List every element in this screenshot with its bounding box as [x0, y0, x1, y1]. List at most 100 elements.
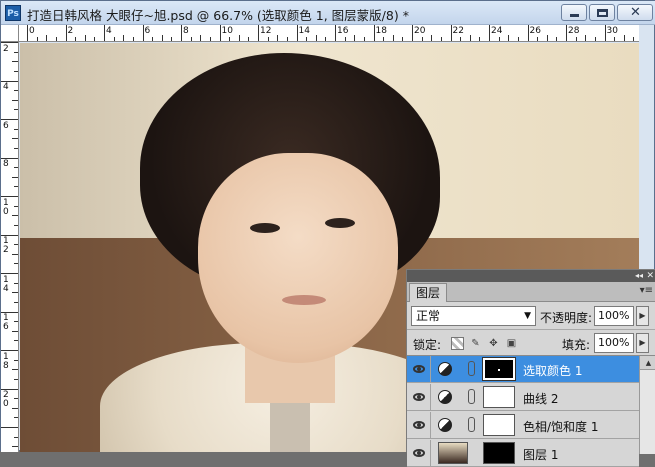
chain-link-icon[interactable]	[468, 361, 475, 376]
ruler-tick	[450, 25, 452, 41]
ruler-tick	[12, 330, 18, 332]
ruler-tick	[306, 37, 308, 41]
ruler-tick	[1, 350, 18, 351]
title-bar[interactable]: Ps 打造日韩风格 大眼仔~旭.psd @ 66.7% (选取颜色 1, 图层蒙…	[1, 1, 655, 25]
layer-row[interactable]: 图层 1	[407, 440, 639, 467]
ruler-tick	[440, 37, 442, 41]
photo-right-eye	[325, 218, 355, 228]
ruler-tick	[12, 176, 18, 178]
ruler-tick	[219, 25, 221, 41]
ruler-tick	[1, 119, 18, 120]
ruler-label: 6	[3, 120, 9, 131]
ruler-tick	[14, 398, 18, 400]
eye-icon	[413, 449, 425, 457]
photo-mouth	[282, 295, 326, 305]
layers-list: 选取颜色 1 曲线 2 色相/饱和度 1 图层 1 ▲	[407, 355, 655, 467]
ruler-tick	[14, 359, 18, 361]
ruler-tick	[12, 292, 18, 294]
dropdown-arrow-icon: ▼	[524, 311, 531, 321]
ruler-tick	[27, 25, 28, 41]
layers-scrollbar[interactable]: ▲	[639, 356, 655, 454]
collapse-icon[interactable]: ◂◂	[635, 270, 643, 282]
ruler-tick	[556, 37, 558, 41]
layer-thumbnail[interactable]	[438, 442, 468, 464]
adjustment-layer-icon	[438, 390, 452, 404]
minimize-button[interactable]	[561, 4, 587, 21]
layer-mask-thumbnail[interactable]	[482, 357, 516, 381]
fill-field[interactable]: 100%	[594, 333, 634, 353]
ruler-label: 1 2	[3, 236, 9, 255]
ruler-label: 24	[491, 26, 503, 36]
layer-row[interactable]: 色相/饱和度 1	[407, 412, 639, 439]
ruler-tick	[14, 282, 18, 284]
visibility-toggle[interactable]	[407, 440, 431, 467]
ruler-tick	[296, 25, 298, 41]
vertical-ruler[interactable]: 2 4 6 8 1 0 1 2 1 4 1 6 1 8 2 0	[1, 42, 19, 452]
document-title: 打造日韩风格 大眼仔~旭.psd @ 66.7% (选取颜色 1, 图层蒙版/8…	[27, 8, 409, 23]
ruler-tick	[392, 35, 394, 41]
ruler-label: 1 4	[3, 274, 9, 294]
opacity-field[interactable]: 100%	[594, 306, 634, 326]
visibility-toggle[interactable]	[407, 412, 431, 439]
ruler-tick	[277, 35, 279, 41]
ruler-tick	[248, 37, 250, 41]
panel-close-icon[interactable]: ✕	[646, 270, 654, 282]
ruler-tick	[152, 37, 154, 41]
opacity-stepper-icon[interactable]: ▶	[636, 306, 649, 326]
eye-icon	[413, 421, 425, 429]
ruler-label: 8	[3, 159, 9, 169]
layer-mask-thumbnail[interactable]	[483, 386, 515, 408]
blend-mode-select[interactable]: 正常 ▼	[411, 306, 536, 326]
ruler-tick	[537, 37, 539, 41]
ruler-tick	[527, 25, 529, 41]
close-icon: ✕	[630, 5, 641, 20]
panel-header-strip[interactable]: ◂◂ ✕	[407, 270, 655, 282]
ruler-tick	[315, 35, 317, 41]
ruler-tick	[14, 244, 18, 246]
lock-transparent-icon[interactable]	[451, 337, 464, 350]
ruler-label: 28	[568, 26, 580, 36]
chain-link-icon[interactable]	[468, 417, 475, 432]
layer-row[interactable]: 曲线 2	[407, 384, 639, 411]
ruler-tick	[113, 37, 115, 41]
ruler-label: 20	[414, 26, 426, 36]
close-button[interactable]: ✕	[617, 4, 653, 21]
layer-name: 曲线 2	[523, 392, 559, 406]
scroll-up-icon[interactable]: ▲	[640, 356, 655, 370]
lock-all-icon[interactable]: ▣	[505, 337, 518, 350]
chain-link-icon[interactable]	[468, 389, 475, 404]
fill-stepper-icon[interactable]: ▶	[636, 333, 649, 353]
ruler-tick	[12, 138, 18, 140]
lock-brush-icon[interactable]: ✎	[469, 337, 482, 350]
layer-row[interactable]: 选取颜色 1	[407, 356, 639, 383]
ruler-tick	[14, 436, 18, 438]
ruler-tick	[614, 37, 616, 41]
panel-menu-icon[interactable]: ▾≡	[640, 285, 653, 296]
ruler-tick	[123, 35, 125, 41]
blend-mode-value: 正常	[416, 309, 441, 323]
ruler-tick	[181, 25, 182, 41]
layer-mask-thumbnail[interactable]	[483, 414, 515, 436]
visibility-toggle[interactable]	[407, 356, 431, 383]
ruler-tick	[286, 37, 288, 41]
ruler-tick	[161, 35, 163, 41]
ruler-tick	[14, 70, 18, 72]
tab-layers[interactable]: 图层	[409, 283, 448, 302]
maximize-button[interactable]	[589, 4, 615, 21]
ruler-origin[interactable]	[1, 25, 19, 42]
ruler-tick	[1, 427, 18, 428]
ruler-tick	[209, 37, 211, 41]
visibility-toggle[interactable]	[407, 384, 431, 411]
ruler-tick	[12, 61, 18, 63]
ruler-label: 14	[298, 26, 310, 36]
ruler-tick	[431, 35, 433, 41]
horizontal-ruler[interactable]: 0 2 4 6 8 10 12 14 16 18 20 22 24 26 28 30	[19, 25, 639, 42]
lock-move-icon[interactable]: ✥	[487, 337, 500, 350]
ruler-label: 4	[3, 82, 9, 92]
layer-name: 色相/饱和度 1	[523, 420, 599, 434]
ruler-tick	[325, 37, 327, 41]
ruler-tick	[517, 37, 519, 41]
ruler-tick	[14, 205, 18, 207]
ruler-tick	[14, 263, 18, 265]
layer-mask-thumbnail[interactable]	[483, 442, 515, 464]
